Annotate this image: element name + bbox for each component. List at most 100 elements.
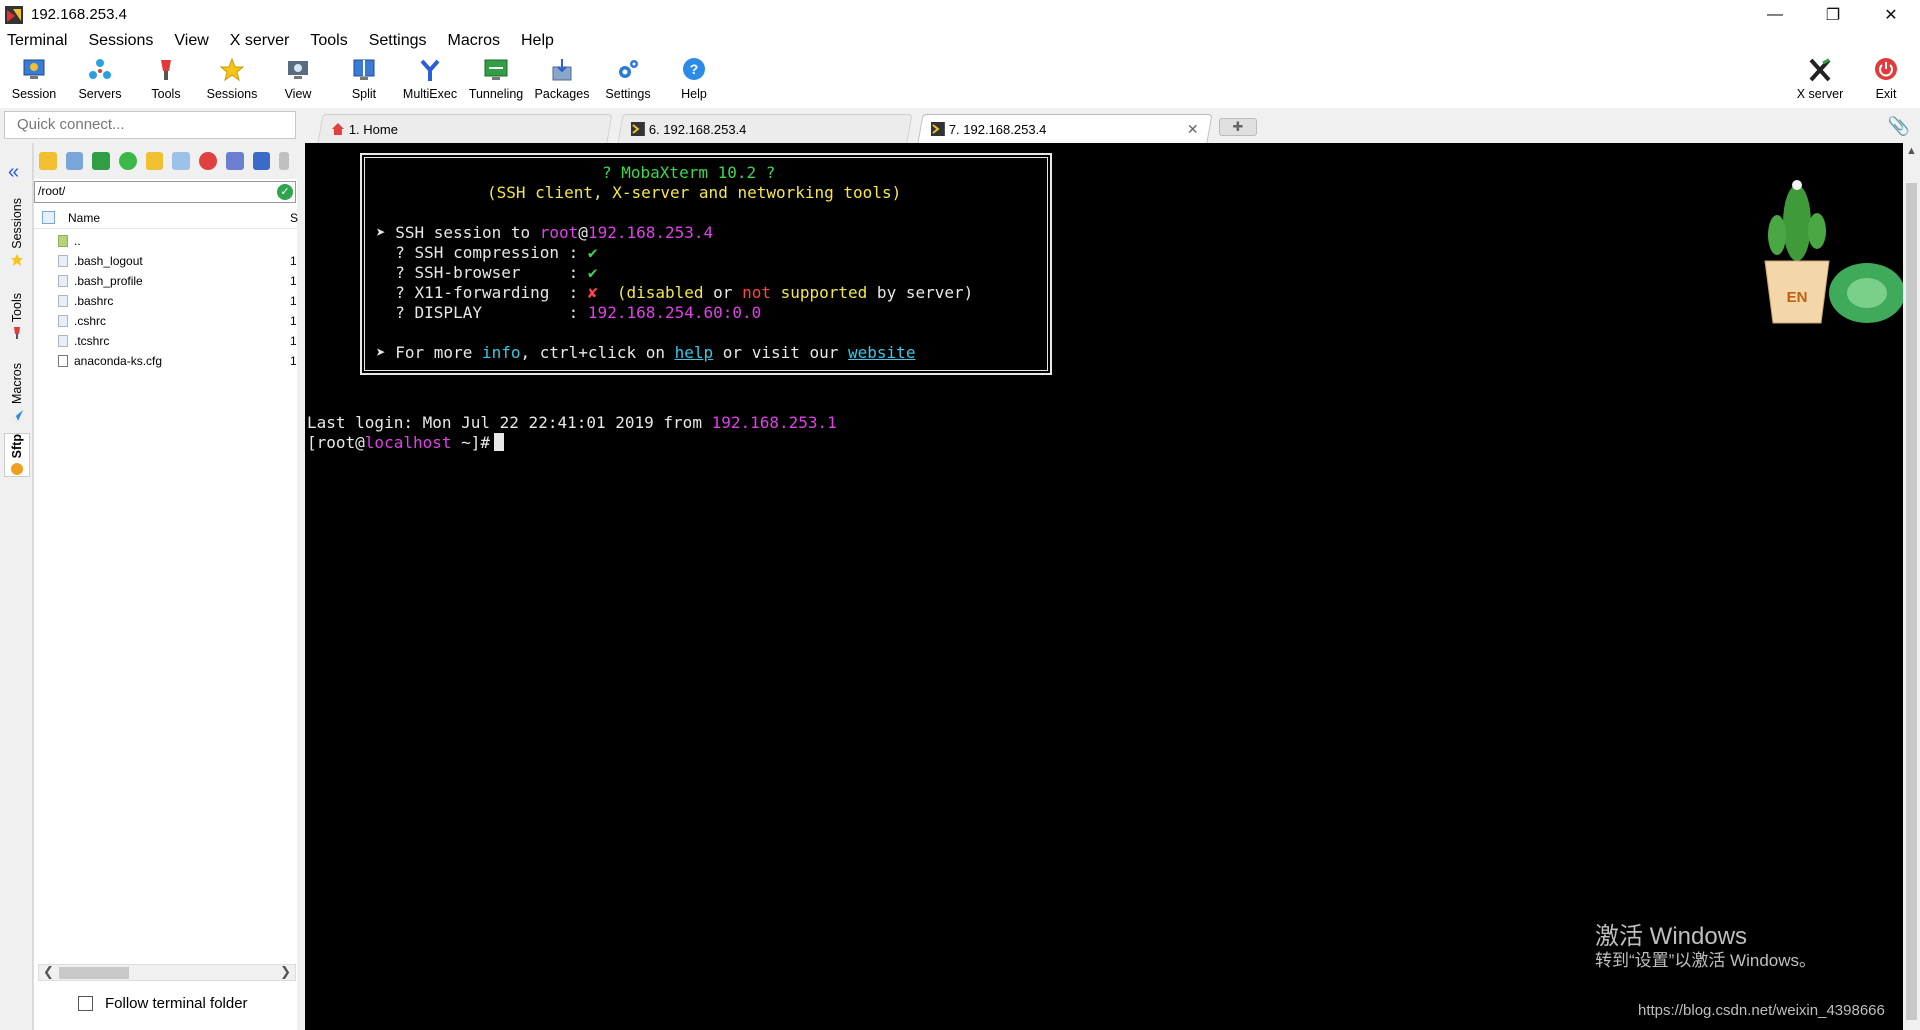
sessions-button[interactable]: Sessions (200, 57, 264, 105)
download-icon[interactable] (65, 152, 84, 170)
terminal-view[interactable]: ? MobaXterm 10.2 ? (SSH client, X-server… (305, 143, 1905, 1030)
split-icon (353, 59, 375, 80)
file-row[interactable]: .bashrc 1 (34, 291, 298, 311)
menu-macros[interactable]: Macros (441, 32, 514, 50)
packages-button[interactable]: Packages (530, 57, 594, 105)
file-icon (58, 255, 68, 267)
tab-home[interactable]: 1. Home (317, 114, 613, 143)
ssh-browser-line: ? SSH-browser : ✔ (376, 263, 598, 282)
column-size[interactable]: S (290, 211, 298, 225)
csdn-url-watermark: https://blog.csdn.net/weixin_4398666 (1638, 1002, 1885, 1019)
help-link[interactable]: help (675, 343, 714, 362)
gear-icon (619, 60, 638, 78)
packages-icon (552, 59, 572, 81)
file-list: .. .bash_logout 1 .bash_profile 1 .bashrc 1… (34, 231, 298, 371)
banner-subtitle: (SSH client, X-server and networking too… (487, 183, 902, 202)
tab-session-6[interactable]: 6. 192.168.253.4 (617, 114, 913, 143)
file-row[interactable]: .bash_logout 1 (34, 251, 298, 271)
tunneling-icon (484, 59, 508, 80)
quick-connect-input[interactable]: Quick connect... (4, 111, 296, 139)
view-button[interactable]: View (266, 57, 330, 105)
side-tab-sftp[interactable]: Sftp (4, 433, 30, 478)
minimize-button[interactable]: — (1746, 0, 1804, 29)
side-tab-tools[interactable]: Tools (4, 293, 30, 340)
tools-button[interactable]: Tools (134, 57, 198, 105)
file-row[interactable]: .tcshrc 1 (34, 331, 298, 351)
tunneling-button[interactable]: Tunneling (464, 57, 528, 105)
new-folder-icon[interactable] (145, 152, 164, 170)
multiexec-button[interactable]: MultiExec (398, 57, 462, 105)
scroll-up-icon[interactable]: ▲ (1906, 145, 1917, 157)
side-tab-sessions[interactable]: Sessions (4, 198, 30, 267)
xserver-button[interactable]: X server (1788, 57, 1852, 105)
tab-session-7[interactable]: 7. 192.168.253.4 ✕ (917, 114, 1213, 143)
upload-icon[interactable] (92, 152, 111, 170)
terminal-vscrollbar[interactable]: ▲ (1903, 143, 1920, 1030)
macros-icon (11, 409, 23, 421)
edit-icon[interactable] (279, 152, 290, 170)
menu-tools[interactable]: Tools (303, 32, 361, 50)
parent-dir-icon (58, 235, 68, 247)
scroll-left-icon[interactable]: ❮ (43, 964, 54, 980)
file-icon (58, 275, 68, 287)
sftp-toolbar (34, 143, 298, 179)
file-row[interactable]: .bash_profile 1 (34, 271, 298, 291)
menu-xserver[interactable]: X server (223, 32, 304, 50)
servers-button[interactable]: Servers (68, 57, 132, 105)
multiexec-icon (420, 59, 440, 81)
close-tab-icon[interactable]: ✕ (1187, 121, 1199, 138)
servers-icon (89, 59, 111, 79)
ssh-compression-line: ? SSH compression : ✔ (376, 243, 598, 262)
view-icon (288, 61, 308, 79)
follow-terminal-folder[interactable]: Follow terminal folder (78, 995, 248, 1012)
collapse-sidebar-icon[interactable]: « (8, 161, 19, 184)
file-row[interactable]: anaconda-ks.cfg 1 (34, 351, 298, 371)
new-tab-button[interactable]: ✚ (1219, 118, 1257, 136)
sftp-path-input[interactable]: /root/ ✓ (34, 181, 296, 203)
cactus-ime-widget[interactable]: EN (1755, 173, 1905, 333)
delete-icon[interactable] (199, 152, 217, 170)
rename-icon[interactable] (225, 152, 244, 170)
windows-activation-watermark: 激活 Windows 转到“设置”以激活 Windows。 (1595, 923, 1817, 971)
permissions-icon[interactable] (252, 152, 271, 170)
power-icon (1875, 58, 1897, 80)
session-button[interactable]: Session (2, 57, 66, 105)
parent-folder-icon[interactable] (39, 152, 57, 170)
menu-settings[interactable]: Settings (362, 32, 441, 50)
config-file-icon (58, 355, 68, 367)
sftp-panel: /root/ ✓ Name S .. .bash_logout 1 .bash_p… (33, 143, 298, 1030)
star-icon (11, 253, 23, 266)
file-row[interactable]: .cshrc 1 (34, 311, 298, 331)
more-info-line: ➤ For more info, ctrl+click on help or v… (376, 343, 916, 362)
menu-view[interactable]: View (167, 32, 222, 50)
settings-button[interactable]: Settings (596, 57, 660, 105)
file-row[interactable]: .. (34, 231, 298, 251)
restore-button[interactable]: ❐ (1804, 0, 1862, 29)
file-list-hscrollbar[interactable]: ❮ ❯ (38, 964, 296, 981)
scroll-thumb[interactable] (59, 967, 129, 979)
side-tab-macros[interactable]: Macros (4, 363, 30, 422)
website-link[interactable]: website (848, 343, 915, 362)
new-file-icon[interactable] (172, 152, 191, 170)
terminal-cursor (494, 433, 505, 451)
menu-sessions[interactable]: Sessions (81, 32, 167, 50)
follow-terminal-folder-checkbox[interactable] (78, 996, 93, 1011)
attachment-icon[interactable]: 📎 (1888, 116, 1910, 137)
close-button[interactable]: ✕ (1862, 0, 1920, 29)
xserver-icon (1809, 58, 1831, 82)
scroll-right-icon[interactable]: ❯ (280, 964, 291, 980)
menu-terminal[interactable]: Terminal (0, 32, 81, 50)
shell-prompt: [root@localhost ~]# (307, 433, 505, 453)
last-login-line: Last login: Mon Jul 22 22:41:01 2019 fro… (307, 413, 837, 432)
split-button[interactable]: Split (332, 57, 396, 105)
select-all-icon[interactable] (42, 211, 55, 224)
menu-help[interactable]: Help (514, 32, 568, 50)
help-button[interactable]: ? Help (662, 57, 726, 105)
scroll-thumb[interactable] (1906, 183, 1917, 1020)
main-toolbar: Session Servers Tools Sessions View Spli… (0, 53, 1920, 108)
exit-button[interactable]: Exit (1854, 57, 1918, 105)
column-name[interactable]: Name (68, 211, 100, 225)
tools-icon (161, 60, 171, 80)
sftp-icon (11, 463, 23, 476)
refresh-icon[interactable] (119, 152, 137, 170)
